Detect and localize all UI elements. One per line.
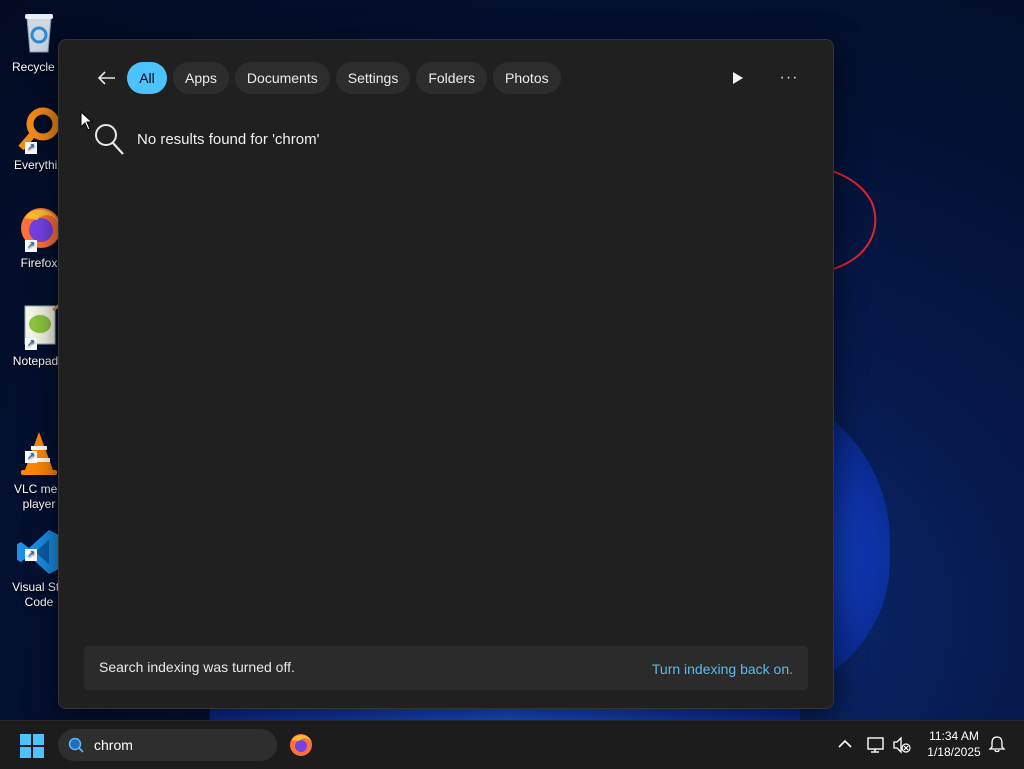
play-icon	[733, 72, 743, 84]
everything-search-icon: ↗	[15, 106, 63, 154]
clock-time: 11:34 AM	[929, 729, 979, 743]
back-button[interactable]	[93, 64, 121, 92]
windows-logo-icon	[20, 734, 44, 758]
desktop-icon-label: Firefox	[20, 256, 58, 270]
recycle-bin-icon	[15, 8, 63, 56]
mouse-cursor-icon	[80, 111, 94, 131]
more-options-button[interactable]: ···	[777, 68, 801, 88]
shortcut-arrow-icon: ↗	[25, 240, 37, 252]
play-button[interactable]	[727, 68, 747, 88]
filter-photos[interactable]: Photos	[493, 62, 561, 94]
shortcut-arrow-icon: ↗	[25, 549, 37, 561]
filter-documents[interactable]: Documents	[234, 62, 330, 94]
vlc-icon: ↗	[15, 415, 63, 475]
shortcut-arrow-icon: ↗	[25, 142, 37, 154]
volume-tray-button[interactable]	[892, 735, 912, 755]
indexing-message: Search indexing was turned off.	[99, 659, 295, 675]
filter-all[interactable]: All	[127, 62, 167, 94]
taskbar-search-box[interactable]: chrom	[58, 729, 277, 761]
start-button[interactable]	[20, 734, 44, 758]
search-icon	[95, 124, 124, 155]
firefox-icon	[290, 734, 312, 756]
filter-settings[interactable]: Settings	[335, 62, 411, 94]
desktop-icon-label: Everythin	[13, 158, 65, 172]
turn-indexing-on-link[interactable]: Turn indexing back on.	[652, 661, 793, 677]
taskbar-search-query: chrom	[94, 737, 133, 753]
filter-folders[interactable]: Folders	[416, 62, 488, 94]
network-tray-button[interactable]	[866, 735, 886, 755]
show-hidden-icons-button[interactable]	[836, 735, 854, 753]
shortcut-arrow-icon: ↗	[25, 451, 37, 463]
notepad-plus-plus-icon: ↗	[15, 302, 63, 350]
search-filter-tabs: All Apps Documents Settings Folders Phot…	[127, 62, 561, 94]
search-icon	[68, 737, 84, 753]
firefox-icon: ↗	[15, 204, 63, 252]
vscode-icon: ↗	[15, 513, 63, 574]
shortcut-arrow-icon: ↗	[25, 338, 37, 350]
no-results-message: No results found for 'chrom'	[93, 122, 319, 156]
taskbar-firefox-button[interactable]	[288, 732, 314, 758]
chevron-up-icon	[838, 739, 852, 748]
taskbar-clock[interactable]: 11:34 AM 1/18/2025	[918, 728, 990, 760]
bell-icon	[988, 736, 1006, 753]
notifications-button[interactable]	[988, 735, 1006, 753]
filter-apps[interactable]: Apps	[173, 62, 229, 94]
back-arrow-icon	[97, 71, 115, 85]
network-icon	[867, 737, 884, 753]
search-panel: All Apps Documents Settings Folders Phot…	[58, 39, 834, 709]
no-results-text: No results found for 'chrom'	[137, 130, 320, 148]
indexing-notice: Search indexing was turned off. Turn ind…	[84, 646, 808, 690]
clock-date: 1/18/2025	[927, 745, 981, 759]
taskbar: chrom 11:34 AM 1/18/2025	[0, 720, 1024, 769]
volume-muted-icon	[893, 736, 911, 754]
